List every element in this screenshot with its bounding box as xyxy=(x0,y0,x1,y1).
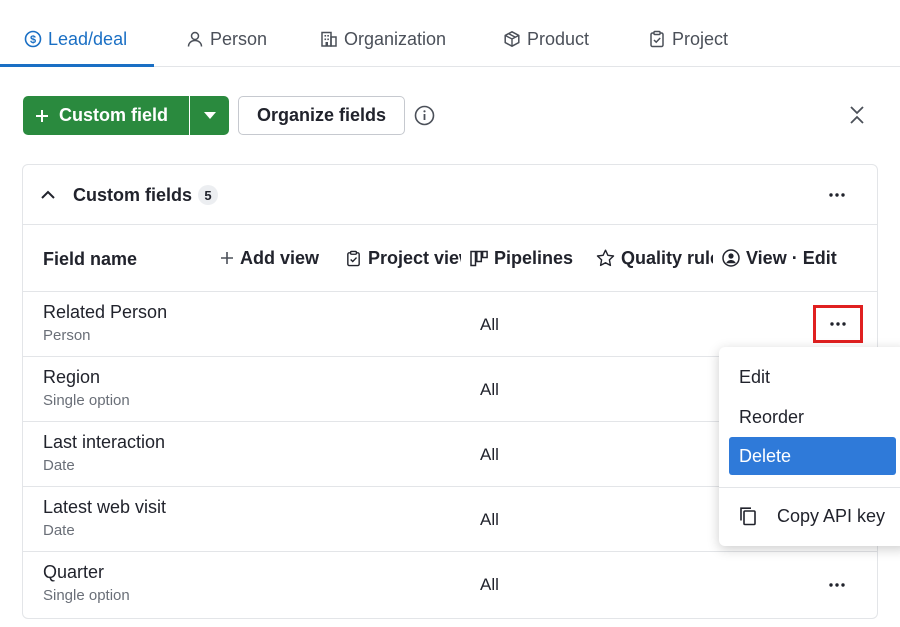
view-edit-label: View · Edit xyxy=(746,247,837,268)
menu-item-copy-api-key[interactable]: Copy API key xyxy=(739,502,885,530)
organize-fields-label: Organize fields xyxy=(256,105,387,125)
field-name: Quarter xyxy=(43,562,105,582)
column-project-view[interactable]: Project view xyxy=(345,247,461,269)
table-row: Quarter Single option All xyxy=(23,552,877,617)
plus-icon xyxy=(36,109,48,122)
pipeline-icon xyxy=(470,250,488,266)
info-icon[interactable] xyxy=(414,105,435,126)
menu-item-reorder[interactable]: Reorder xyxy=(729,398,896,436)
field-count-badge: 5 xyxy=(198,185,218,205)
tab-lead-deal[interactable]: $ Lead/deal xyxy=(24,24,127,54)
caret-down-icon xyxy=(203,111,216,119)
add-view-label: Add view xyxy=(240,247,320,268)
copy-api-key-label: Copy API key xyxy=(777,505,886,526)
copy-icon xyxy=(740,507,756,526)
tab-product[interactable]: Product xyxy=(503,24,589,54)
dollar-circle-icon: $ xyxy=(24,30,42,48)
clipboard-check-icon xyxy=(347,250,360,266)
panel-more-button[interactable] xyxy=(823,181,851,209)
column-header-row: Field name Add view Project view Pipelin… xyxy=(23,225,877,292)
tab-label: Person xyxy=(210,28,268,49)
star-icon xyxy=(596,249,615,267)
field-name: Region xyxy=(43,367,101,387)
user-circle-icon xyxy=(722,249,740,267)
plus-icon xyxy=(221,252,233,264)
field-type: Date xyxy=(43,457,75,474)
field-type: Person xyxy=(43,327,91,344)
tab-label: Project xyxy=(672,28,729,49)
column-field-name: Field name xyxy=(43,249,138,269)
row-more-button[interactable] xyxy=(823,571,851,599)
more-horizontal-icon xyxy=(829,583,845,587)
panel-header: Custom fields 5 xyxy=(23,165,877,225)
field-name: Related Person xyxy=(43,302,168,322)
entity-tabs: $ Lead/deal Person Organization Product … xyxy=(0,0,900,67)
person-icon xyxy=(187,31,203,47)
chevron-up-icon[interactable] xyxy=(40,187,56,203)
more-horizontal-icon xyxy=(829,193,845,197)
active-tab-indicator xyxy=(0,64,154,67)
field-pipelines: All xyxy=(480,380,499,399)
clipboard-check-icon xyxy=(650,30,664,48)
column-quality-rules[interactable]: Quality rules xyxy=(596,247,713,269)
collapse-all-icon[interactable] xyxy=(846,104,868,126)
row-actions-menu: Edit Reorder Delete Copy API key xyxy=(719,347,900,546)
tab-organization[interactable]: Organization xyxy=(320,24,446,54)
organize-fields-button[interactable]: Organize fields xyxy=(238,96,405,135)
pipelines-label: Pipelines xyxy=(494,247,574,268)
box-icon xyxy=(504,31,520,47)
field-type: Single option xyxy=(43,587,130,604)
column-pipelines[interactable]: Pipelines xyxy=(470,247,580,269)
field-pipelines: All xyxy=(480,575,499,594)
field-name: Latest web visit xyxy=(43,497,167,517)
row-more-button[interactable] xyxy=(813,305,863,343)
add-view-button[interactable]: Add view xyxy=(220,247,330,269)
tab-label: Organization xyxy=(344,28,447,49)
field-name: Last interaction xyxy=(43,432,166,452)
custom-field-dropdown-button[interactable] xyxy=(190,96,229,135)
svg-text:$: $ xyxy=(30,34,36,46)
add-custom-field-label: Custom field xyxy=(59,105,169,125)
menu-divider xyxy=(719,487,900,488)
field-pipelines: All xyxy=(480,315,499,334)
project-view-label: Project view xyxy=(368,247,461,268)
more-horizontal-icon xyxy=(830,322,846,326)
field-type: Date xyxy=(43,522,75,539)
tab-label: Lead/deal xyxy=(48,28,128,49)
add-custom-field-button[interactable]: Custom field xyxy=(23,96,189,135)
column-view-edit[interactable]: View · Edit xyxy=(722,247,847,269)
quality-rules-label: Quality rules xyxy=(621,247,713,268)
menu-item-edit[interactable]: Edit xyxy=(729,358,896,396)
field-pipelines: All xyxy=(480,510,499,529)
panel-title: Custom fields xyxy=(73,185,193,205)
field-type: Single option xyxy=(43,392,130,409)
tab-label: Product xyxy=(527,28,590,49)
field-pipelines: All xyxy=(480,445,499,464)
tab-person[interactable]: Person xyxy=(186,24,267,54)
menu-item-delete[interactable]: Delete xyxy=(729,437,896,475)
tab-project[interactable]: Project xyxy=(648,24,728,54)
building-icon xyxy=(321,31,337,47)
